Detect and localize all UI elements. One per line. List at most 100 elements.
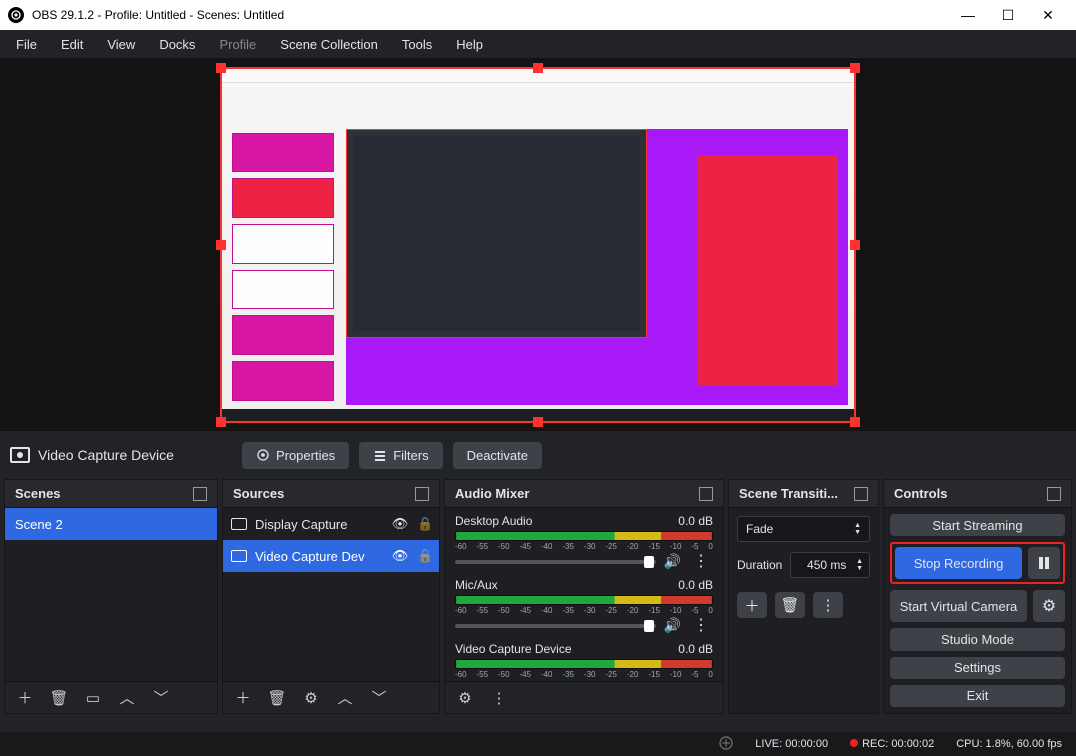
window-title: OBS 29.1.2 - Profile: Untitled - Scenes:… <box>32 8 948 22</box>
visibility-toggle[interactable]: 👁 <box>391 548 409 564</box>
recording-dot-icon <box>850 739 858 747</box>
transition-type-select[interactable]: Fade ▲▼ <box>737 516 870 542</box>
remove-scene-button[interactable]: 🗑 <box>45 686 73 710</box>
scenes-header: Scenes <box>5 480 217 508</box>
source-item[interactable]: Display Capture 👁 🔒 <box>223 508 439 540</box>
preview-area[interactable] <box>0 58 1076 431</box>
audio-meter <box>455 531 713 541</box>
menu-docks[interactable]: Docks <box>149 33 205 56</box>
chevron-updown-icon: ▲▼ <box>856 558 863 572</box>
menu-scene-collection[interactable]: Scene Collection <box>270 33 388 56</box>
context-source-name: Video Capture Device <box>38 447 174 463</box>
duration-spinner[interactable]: 450 ms ▲▼ <box>790 552 870 578</box>
volume-slider[interactable] <box>455 560 656 564</box>
mixer-header: Audio Mixer <box>445 480 723 508</box>
popout-icon[interactable] <box>699 487 713 501</box>
mixer-channel: Mic/Aux0.0 dB -60-55-50-45-40-35-30-25-2… <box>455 578 713 640</box>
add-scene-button[interactable]: ＋ <box>11 686 39 710</box>
duration-label: Duration <box>737 558 782 572</box>
volume-slider[interactable] <box>455 624 656 628</box>
sources-dock: Sources Display Capture 👁 🔒 Video Captur… <box>222 479 440 714</box>
exit-button[interactable]: Exit <box>890 685 1065 707</box>
scene-move-down-button[interactable]: ﹀ <box>147 686 175 710</box>
close-button[interactable]: ✕ <box>1028 0 1068 30</box>
menu-file[interactable]: File <box>6 33 47 56</box>
scene-filters-button[interactable]: ▭ <box>79 686 107 710</box>
mixer-settings-button[interactable]: ⚙ <box>451 686 479 710</box>
channel-menu-button[interactable]: ⋮ <box>689 557 713 567</box>
context-toolbar: Video Capture Device Properties Filters … <box>0 431 1076 479</box>
meter-ticks: -60-55-50-45-40-35-30-25-20-15-10-50 <box>455 670 713 679</box>
deactivate-button[interactable]: Deactivate <box>453 442 542 469</box>
transition-menu-button[interactable]: ⋮ <box>813 592 843 618</box>
audio-mixer-dock: Audio Mixer Desktop Audio0.0 dB -60-55-5… <box>444 479 724 714</box>
stop-recording-button[interactable]: Stop Recording <box>895 547 1022 579</box>
source-label: Video Capture Dev <box>255 549 365 564</box>
resize-handle[interactable] <box>850 63 860 73</box>
popout-icon[interactable] <box>854 487 868 501</box>
scenes-dock: Scenes Scene 2 ＋ 🗑 ▭ ︿ ﹀ <box>4 479 218 714</box>
menu-help[interactable]: Help <box>446 33 493 56</box>
channel-db: 0.0 dB <box>678 642 713 656</box>
lock-toggle[interactable]: 🔒 <box>417 516 431 532</box>
visibility-toggle[interactable]: 👁 <box>391 516 409 532</box>
properties-button[interactable]: Properties <box>242 442 349 469</box>
network-icon <box>719 736 733 753</box>
popout-icon[interactable] <box>415 487 429 501</box>
resize-handle[interactable] <box>216 417 226 427</box>
resize-handle[interactable] <box>850 240 860 250</box>
speaker-icon[interactable]: 🔊 <box>664 553 681 570</box>
source-item[interactable]: Video Capture Dev 👁 🔒 <box>223 540 439 572</box>
channel-menu-button[interactable]: ⋮ <box>689 621 713 631</box>
selected-source-bounds[interactable] <box>220 67 856 423</box>
camera-icon <box>231 550 247 562</box>
mixer-menu-button[interactable]: ⋮ <box>485 686 513 710</box>
channel-db: 0.0 dB <box>678 514 713 528</box>
scenes-toolbar: ＋ 🗑 ▭ ︿ ﹀ <box>5 681 217 713</box>
source-move-up-button[interactable]: ︿ <box>331 686 359 710</box>
resize-handle[interactable] <box>216 240 226 250</box>
resize-handle[interactable] <box>533 417 543 427</box>
start-streaming-button[interactable]: Start Streaming <box>890 514 1065 536</box>
mixer-channel: Desktop Audio0.0 dB -60-55-50-45-40-35-3… <box>455 514 713 576</box>
maximize-button[interactable]: ☐ <box>988 0 1028 30</box>
filters-button[interactable]: Filters <box>359 442 442 469</box>
studio-mode-button[interactable]: Studio Mode <box>890 628 1065 650</box>
remove-source-button[interactable]: 🗑 <box>263 686 291 710</box>
scene-item[interactable]: Scene 2 <box>5 508 217 540</box>
add-source-button[interactable]: ＋ <box>229 686 257 710</box>
source-properties-button[interactable]: ⚙ <box>297 686 325 710</box>
audio-meter <box>455 659 713 669</box>
controls-header: Controls <box>884 480 1071 508</box>
resize-handle[interactable] <box>533 63 543 73</box>
menu-edit[interactable]: Edit <box>51 33 93 56</box>
mixer-channel: Video Capture Device0.0 dB -60-55-50-45-… <box>455 642 713 681</box>
lock-toggle[interactable]: 🔒 <box>417 548 431 564</box>
menu-view[interactable]: View <box>97 33 145 56</box>
minimize-button[interactable]: — <box>948 0 988 30</box>
chevron-updown-icon: ▲▼ <box>854 522 861 536</box>
controls-dock: Controls Start Streaming Stop Recording … <box>883 479 1072 714</box>
scene-move-up-button[interactable]: ︿ <box>113 686 141 710</box>
camera-icon <box>10 447 30 463</box>
preview-content <box>222 69 854 421</box>
remove-transition-button[interactable]: 🗑 <box>775 592 805 618</box>
transitions-dock: Scene Transiti... Fade ▲▼ Duration 450 m… <box>728 479 879 714</box>
pause-recording-button[interactable] <box>1028 547 1060 579</box>
filters-icon <box>373 448 387 462</box>
resize-handle[interactable] <box>850 417 860 427</box>
context-source-label: Video Capture Device <box>10 447 174 463</box>
speaker-icon[interactable]: 🔊 <box>664 617 681 634</box>
settings-button[interactable]: Settings <box>890 657 1065 679</box>
menu-profile[interactable]: Profile <box>209 33 266 56</box>
popout-icon[interactable] <box>193 487 207 501</box>
source-move-down-button[interactable]: ﹀ <box>365 686 393 710</box>
virtual-camera-settings-button[interactable]: ⚙ <box>1033 590 1065 622</box>
resize-handle[interactable] <box>216 63 226 73</box>
add-transition-button[interactable]: ＋ <box>737 592 767 618</box>
start-virtual-camera-button[interactable]: Start Virtual Camera <box>890 590 1027 622</box>
menu-tools[interactable]: Tools <box>392 33 442 56</box>
popout-icon[interactable] <box>1047 487 1061 501</box>
sources-toolbar: ＋ 🗑 ⚙ ︿ ﹀ <box>223 681 439 713</box>
titlebar: OBS 29.1.2 - Profile: Untitled - Scenes:… <box>0 0 1076 30</box>
